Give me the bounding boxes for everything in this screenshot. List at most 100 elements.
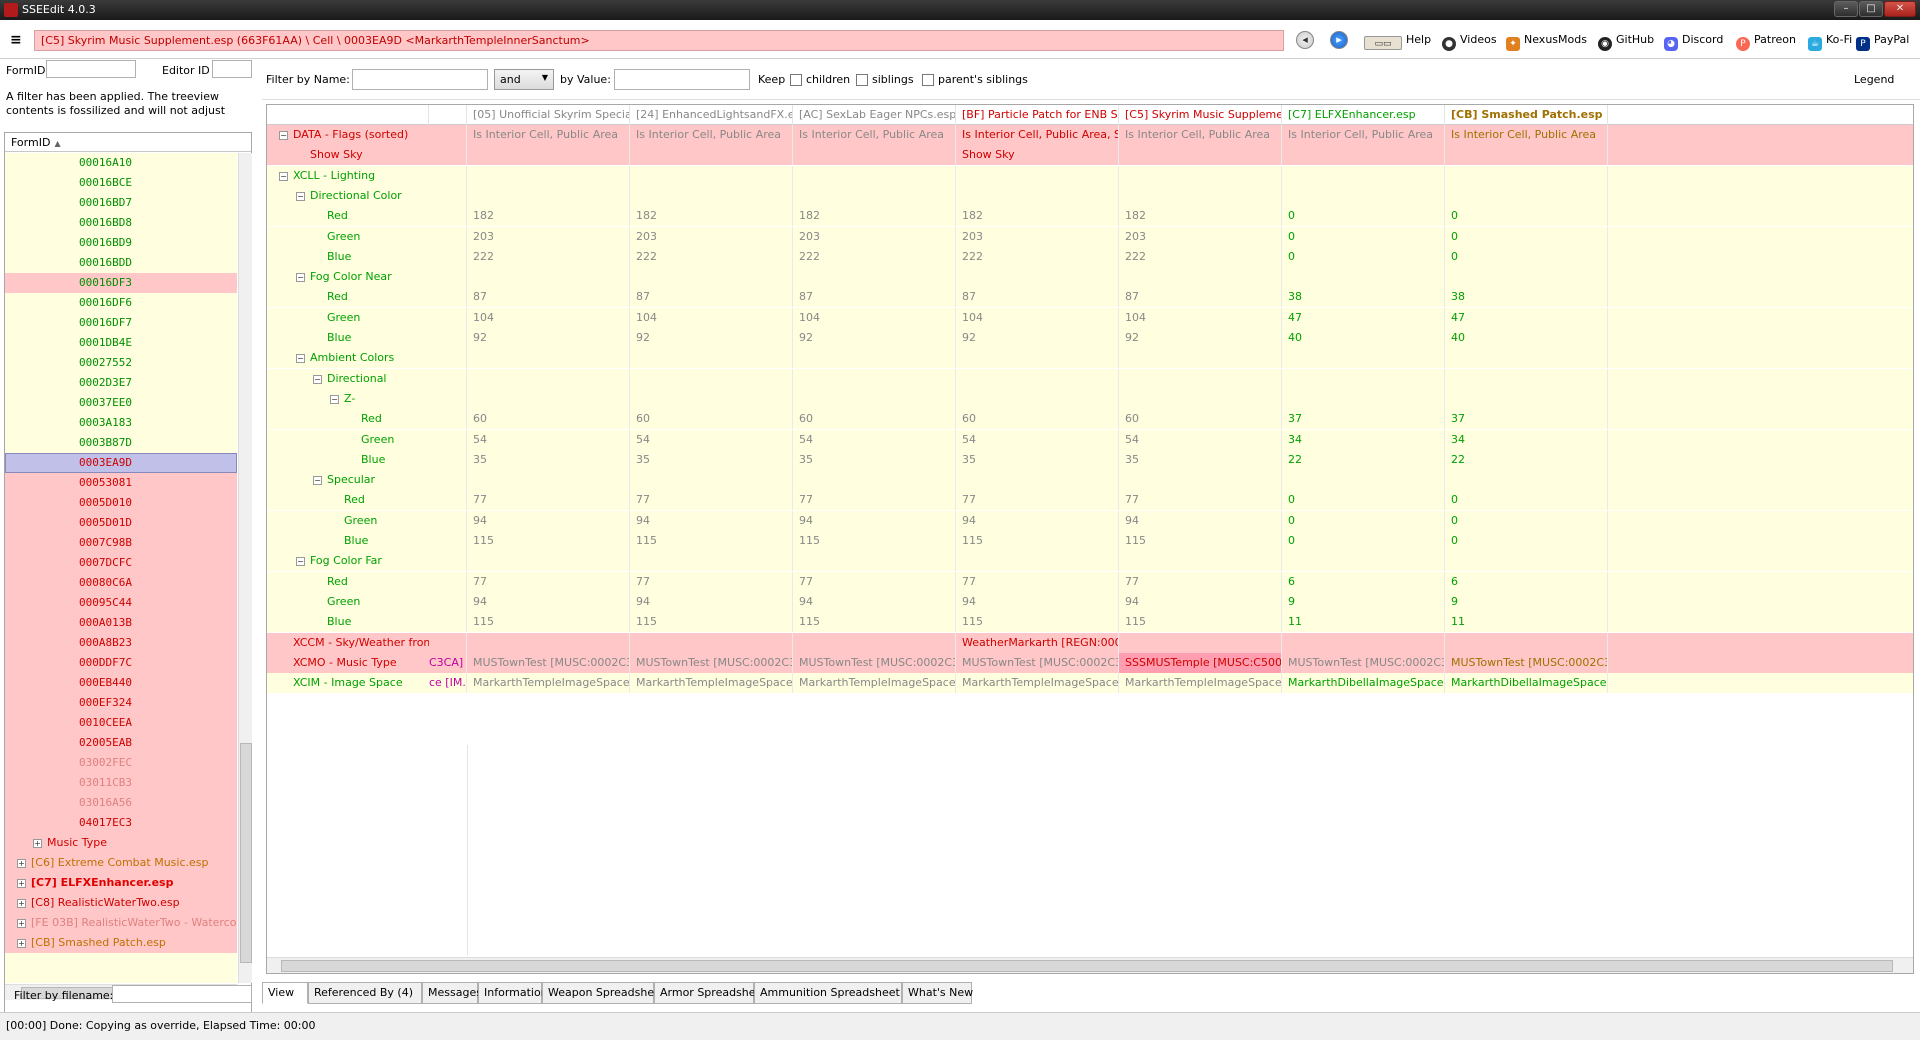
grid-row[interactable]: Green 203 203 203 203 203 0 0: [267, 226, 1913, 247]
value-cell[interactable]: [956, 185, 1119, 206]
value-cell[interactable]: [793, 551, 956, 572]
hamburger-menu-icon[interactable]: ≡: [10, 33, 22, 47]
grid-row[interactable]: − Z-: [267, 388, 1913, 409]
grid-row[interactable]: Blue 35 35 35 35 35 22 22: [267, 449, 1913, 470]
value-cell[interactable]: [630, 267, 793, 288]
value-cell[interactable]: 182: [1119, 206, 1282, 227]
grid-row[interactable]: XCMO - Music Type C3CA] MUSTownTest [MUSC:…: [267, 652, 1913, 673]
value-cell[interactable]: 104: [1119, 307, 1282, 328]
value-cell[interactable]: 104: [956, 307, 1119, 328]
value-cell[interactable]: 203: [467, 226, 630, 247]
value-cell[interactable]: 94: [1119, 591, 1282, 612]
discord-link[interactable]: ◕ Discord: [1664, 33, 1723, 51]
value-cell[interactable]: 9: [1445, 591, 1608, 612]
record-compare-grid[interactable]: [05] Unofficial Skyrim Special Editi... […: [266, 104, 1914, 974]
value-cell[interactable]: [793, 348, 956, 369]
value-cell[interactable]: 77: [1119, 571, 1282, 592]
value-cell[interactable]: 0: [1282, 246, 1445, 267]
collapse-icon[interactable]: −: [296, 557, 305, 567]
value-cell[interactable]: [467, 165, 630, 186]
value-cell[interactable]: 0: [1445, 206, 1608, 227]
value-cell[interactable]: MarkarthTempleImageSpace [IM...: [793, 673, 956, 694]
value-cell[interactable]: 34: [1282, 429, 1445, 450]
value-cell[interactable]: Is Interior Cell, Public Area: [630, 125, 793, 145]
value-cell[interactable]: 115: [956, 612, 1119, 633]
value-cell[interactable]: [1282, 388, 1445, 409]
grid-row[interactable]: XCIM - Image Space ce [IM... MarkarthTempl…: [267, 673, 1913, 694]
value-cell[interactable]: 0: [1445, 226, 1608, 247]
value-cell[interactable]: [793, 165, 956, 186]
value-cell[interactable]: 77: [793, 571, 956, 592]
value-cell[interactable]: 94: [630, 510, 793, 531]
value-cell[interactable]: 35: [1119, 449, 1282, 470]
expand-icon[interactable]: +: [17, 919, 26, 928]
tree-row[interactable]: 00016A10: [5, 153, 237, 173]
tree-plugin-row[interactable]: + [C8] RealisticWaterTwo.esp: [5, 893, 237, 913]
grid-row[interactable]: − Fog Color Far: [267, 551, 1913, 572]
value-cell[interactable]: 60: [956, 409, 1119, 430]
value-cell[interactable]: MarkarthTempleImageSpace [IM...: [1119, 673, 1282, 694]
tree-row[interactable]: 0002D3E7: [5, 373, 237, 393]
value-cell[interactable]: [467, 368, 630, 389]
value-cell[interactable]: [1445, 551, 1608, 572]
value-cell[interactable]: [1445, 368, 1608, 389]
value-cell[interactable]: [1445, 267, 1608, 288]
value-cell[interactable]: 115: [467, 531, 630, 551]
value-cell[interactable]: [1119, 632, 1282, 653]
value-cell[interactable]: 94: [467, 510, 630, 531]
value-cell[interactable]: [467, 388, 630, 409]
value-cell[interactable]: [1119, 551, 1282, 572]
close-button[interactable]: ✕: [1884, 1, 1916, 17]
value-cell[interactable]: [467, 348, 630, 369]
plugin-column-header[interactable]: [05] Unofficial Skyrim Special Editi...: [467, 105, 630, 125]
tree-row[interactable]: 0010CEEA: [5, 713, 237, 733]
grid-row[interactable]: Blue 115 115 115 115 115 11 11: [267, 612, 1913, 633]
keep-children-checkbox[interactable]: [790, 74, 802, 86]
value-cell[interactable]: MarkarthTempleImageSpace [IM...: [467, 673, 630, 694]
grid-row[interactable]: − XCLL - Lighting: [267, 165, 1913, 186]
tab-what-s-new[interactable]: What's New: [902, 982, 973, 1004]
value-cell[interactable]: 35: [793, 449, 956, 470]
grid-row[interactable]: XCCM - Sky/Weather from R... WeatherMarka…: [267, 632, 1913, 653]
value-cell[interactable]: 0: [1282, 510, 1445, 531]
value-cell[interactable]: [956, 368, 1119, 389]
grid-row[interactable]: Green 94 94 94 94 94 0 0: [267, 510, 1913, 531]
value-cell[interactable]: Is Interior Cell, Public Area: [467, 125, 630, 145]
grid-row[interactable]: Blue 92 92 92 92 92 40 40: [267, 328, 1913, 348]
value-cell[interactable]: [630, 368, 793, 389]
value-cell[interactable]: 115: [1119, 531, 1282, 551]
value-cell[interactable]: 182: [630, 206, 793, 227]
value-cell[interactable]: 22: [1282, 449, 1445, 470]
plugin-column-header[interactable]: [C7] ELFXEnhancer.esp: [1282, 105, 1445, 125]
value-cell[interactable]: 92: [793, 328, 956, 348]
tree-row[interactable]: 00080C6A: [5, 573, 237, 593]
tree-row[interactable]: 00016BD7: [5, 193, 237, 213]
value-cell[interactable]: 40: [1445, 328, 1608, 348]
value-cell[interactable]: 203: [630, 226, 793, 247]
tree-row[interactable]: 0003B87D: [5, 433, 237, 453]
tree-row[interactable]: 00016BD8: [5, 213, 237, 233]
tree-plugin-row[interactable]: + [FE 03B] RealisticWaterTwo - Waterco: [5, 913, 237, 933]
grid-row[interactable]: Red 60 60 60 60 60 37 37: [267, 409, 1913, 430]
value-cell[interactable]: 35: [467, 449, 630, 470]
grid-scroll-thumb[interactable]: [281, 960, 1893, 972]
tree-row[interactable]: 00053081: [5, 473, 237, 493]
value-cell[interactable]: [1119, 348, 1282, 369]
value-cell[interactable]: 0: [1282, 531, 1445, 551]
value-cell[interactable]: [1282, 165, 1445, 186]
value-cell[interactable]: MarkarthDibellaImageSpace [IM...: [1282, 673, 1445, 694]
value-cell[interactable]: 115: [956, 531, 1119, 551]
collapse-icon[interactable]: −: [313, 476, 322, 486]
tree-row[interactable]: 0005D010: [5, 493, 237, 513]
value-cell[interactable]: 77: [467, 571, 630, 592]
value-cell[interactable]: [793, 145, 956, 166]
value-cell[interactable]: [1445, 632, 1608, 653]
value-cell[interactable]: 0: [1445, 510, 1608, 531]
value-cell[interactable]: MarkarthTempleImageSpace [IM...: [630, 673, 793, 694]
value-cell[interactable]: [1445, 185, 1608, 206]
value-cell[interactable]: 54: [793, 429, 956, 450]
value-cell[interactable]: [956, 348, 1119, 369]
value-cell[interactable]: 0: [1445, 246, 1608, 267]
value-cell[interactable]: [1282, 632, 1445, 653]
value-cell[interactable]: 60: [793, 409, 956, 430]
